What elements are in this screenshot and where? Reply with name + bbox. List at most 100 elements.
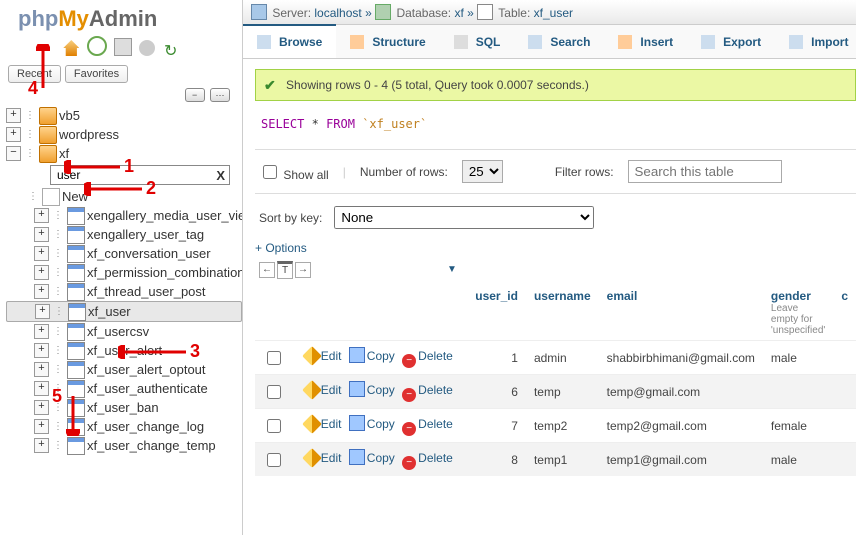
settings-icon[interactable] xyxy=(139,40,155,56)
tab-export[interactable]: Export xyxy=(687,25,775,58)
table-label: xf_user xyxy=(88,304,131,319)
filter-rows-input[interactable] xyxy=(628,160,782,183)
copy-button[interactable]: Copy xyxy=(349,349,395,363)
table-xf_user_alert_optout[interactable]: +⋮xf_user_alert_optout xyxy=(6,360,242,379)
edit-button[interactable]: Edit xyxy=(305,451,342,465)
expand-icon[interactable]: + xyxy=(34,419,49,434)
breadcrumb-table[interactable]: xf_user xyxy=(534,6,573,20)
table-xf_permission_combination_u[interactable]: +⋮xf_permission_combination_u xyxy=(6,263,242,282)
row-checkbox[interactable] xyxy=(267,453,281,467)
db-xf[interactable]: −⋮xf xyxy=(6,144,242,163)
table-icon xyxy=(68,303,86,321)
show-all-control[interactable]: Show all xyxy=(259,162,329,182)
num-rows-select[interactable]: 25 xyxy=(462,160,503,183)
delete-button[interactable]: −Delete xyxy=(402,383,453,397)
col-gender[interactable]: genderLeave empty for 'unspecified' xyxy=(763,285,833,341)
table-icon xyxy=(67,207,85,225)
expand-icon[interactable]: + xyxy=(34,381,49,396)
tab-sql[interactable]: SQL xyxy=(440,25,515,58)
logout-icon[interactable] xyxy=(87,36,107,56)
expand-icon[interactable]: + xyxy=(34,227,49,242)
expand-icon[interactable]: + xyxy=(34,284,49,299)
col-user-id[interactable]: user_id xyxy=(467,285,526,341)
table-xf_conversation_user[interactable]: +⋮xf_conversation_user xyxy=(6,244,242,263)
expand-icon[interactable]: + xyxy=(34,208,49,223)
expand-icon[interactable]: + xyxy=(34,400,49,415)
home-icon[interactable] xyxy=(63,40,79,56)
breadcrumb-db[interactable]: xf xyxy=(454,6,463,20)
cell-gender: male xyxy=(763,341,833,375)
expand-icon[interactable]: + xyxy=(35,304,50,319)
edit-button[interactable]: Edit xyxy=(305,383,342,397)
tab-search[interactable]: Search xyxy=(514,25,604,58)
new-label: New xyxy=(62,189,88,204)
delete-button[interactable]: −Delete xyxy=(402,349,453,363)
db-vb5[interactable]: +⋮vb5 xyxy=(6,106,242,125)
col-c[interactable]: c xyxy=(833,285,856,341)
table-xf_thread_user_post[interactable]: +⋮xf_thread_user_post xyxy=(6,282,242,301)
delete-button[interactable]: −Delete xyxy=(402,417,453,431)
tab-insert[interactable]: Insert xyxy=(604,25,687,58)
reload-icon[interactable]: ↻ xyxy=(163,45,179,61)
collapse-icon[interactable]: − xyxy=(185,88,205,102)
tab-import[interactable]: Import xyxy=(775,25,856,58)
search-icon xyxy=(528,35,542,49)
table-xengallery_user_tag[interactable]: +⋮xengallery_user_tag xyxy=(6,225,242,244)
table-xf_usercsv[interactable]: +⋮xf_usercsv xyxy=(6,322,242,341)
expand-icon[interactable]: + xyxy=(34,438,49,453)
favorites-tab[interactable]: Favorites xyxy=(65,65,128,83)
expand-icon[interactable]: ⋯ xyxy=(210,88,230,102)
table-xengallery_media_user_view[interactable]: +⋮xengallery_media_user_view xyxy=(6,206,242,225)
row-checkbox[interactable] xyxy=(267,385,281,399)
move-left-icon[interactable]: ← xyxy=(259,262,275,278)
row-checkbox[interactable] xyxy=(267,419,281,433)
db-label: vb5 xyxy=(59,108,80,123)
expand-icon[interactable]: + xyxy=(6,108,21,123)
clear-filter-icon[interactable]: X xyxy=(216,168,225,183)
table-xf_user_ban[interactable]: +⋮xf_user_ban xyxy=(6,398,242,417)
sort-by-key-select[interactable]: None xyxy=(334,206,594,229)
options-toggle[interactable]: + Options xyxy=(255,237,856,259)
tab-browse[interactable]: Browse xyxy=(243,24,336,58)
sql-query: SELECT * FROM `xf_user` xyxy=(255,113,856,145)
new-table[interactable]: ⋮New xyxy=(6,187,242,206)
sort-desc-icon[interactable]: ▼ xyxy=(445,263,459,277)
breadcrumb-server[interactable]: localhost xyxy=(314,6,361,20)
table-filter[interactable]: X xyxy=(50,165,230,185)
show-all-checkbox[interactable] xyxy=(263,165,277,179)
table-xf_user_authenticate[interactable]: +⋮xf_user_authenticate xyxy=(6,379,242,398)
expand-icon[interactable]: + xyxy=(6,127,21,142)
table-xf_user_change_temp[interactable]: +⋮xf_user_change_temp xyxy=(6,436,242,455)
expand-icon[interactable]: + xyxy=(34,265,49,280)
edit-button[interactable]: Edit xyxy=(305,349,342,363)
col-username[interactable]: username xyxy=(526,285,599,341)
cell-username: temp2 xyxy=(526,409,599,443)
sort-by-key-label: Sort by key: xyxy=(259,211,322,225)
recent-tab[interactable]: Recent xyxy=(8,65,61,83)
sidebar-toolbar: ↻ xyxy=(0,34,242,65)
col-email[interactable]: email xyxy=(599,285,763,341)
table-xf_user[interactable]: +⋮xf_user xyxy=(6,301,242,322)
copy-button[interactable]: Copy xyxy=(349,383,395,397)
table-filter-input[interactable] xyxy=(55,167,216,183)
expand-icon[interactable]: + xyxy=(34,246,49,261)
copy-button[interactable]: Copy xyxy=(349,417,395,431)
collapse-icon[interactable]: − xyxy=(6,146,21,161)
db-wordpress[interactable]: +⋮wordpress xyxy=(6,125,242,144)
docs-icon[interactable] xyxy=(114,38,132,56)
row-checkbox[interactable] xyxy=(267,351,281,365)
tab-structure[interactable]: Structure xyxy=(336,25,439,58)
move-right-icon[interactable]: → xyxy=(295,262,311,278)
expand-icon[interactable]: + xyxy=(34,324,49,339)
table-xf_user_change_log[interactable]: +⋮xf_user_change_log xyxy=(6,417,242,436)
logo[interactable]: phpMyAdmin xyxy=(0,0,242,34)
table-row: Edit Copy −Delete8temp1temp1@gmail.comma… xyxy=(255,443,856,477)
column-icon[interactable]: T xyxy=(277,261,293,279)
copy-button[interactable]: Copy xyxy=(349,451,395,465)
cell-email: shabbirbhimani@gmail.com xyxy=(599,341,763,375)
expand-icon[interactable]: + xyxy=(34,362,49,377)
delete-button[interactable]: −Delete xyxy=(402,451,453,465)
edit-button[interactable]: Edit xyxy=(305,417,342,431)
expand-icon[interactable]: + xyxy=(34,343,49,358)
table-xf_user_alert[interactable]: +⋮xf_user_alert xyxy=(6,341,242,360)
